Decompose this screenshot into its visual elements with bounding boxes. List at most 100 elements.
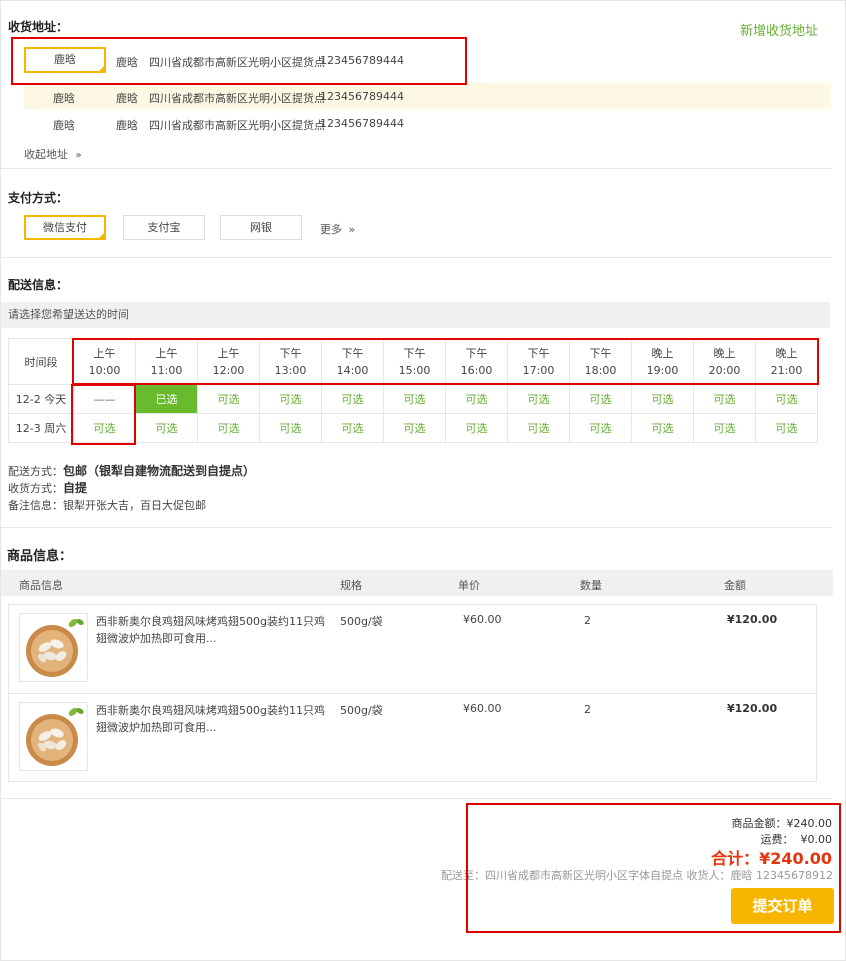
time-slot-available[interactable]: 可选 [445, 384, 508, 414]
address-receiver: 鹿晗 [116, 56, 138, 69]
product-thumbnail[interactable] [19, 613, 88, 682]
goods-header-name: 商品信息 [19, 579, 63, 592]
time-slot-available[interactable]: 可选 [693, 413, 756, 443]
time-slot-available[interactable]: 可选 [755, 384, 818, 414]
payment-option-wechat[interactable]: 微信支付 [24, 215, 106, 240]
delivery-method: 配送方式：包邮（银犁自建物流配送到自提点） [8, 462, 255, 479]
delivery-note-label: 备注信息： [8, 499, 63, 512]
receive-method: 收货方式：自提 [8, 479, 87, 496]
address-text: 四川省成都市高新区光明小区提货点 [149, 56, 325, 69]
address-name-selected[interactable]: 鹿晗 [24, 47, 106, 73]
delivery-time-hint: 请选择您希望送达的时间 [1, 302, 830, 328]
time-slot-header: 下午 16:00 [445, 338, 508, 385]
goods-header-spec: 规格 [340, 579, 362, 592]
time-slot-available[interactable]: 可选 [507, 413, 570, 443]
divider [1, 527, 832, 528]
time-slot-header-label: 时间段 [8, 338, 74, 385]
time-slot-available[interactable]: 可选 [631, 413, 694, 443]
address-name: 鹿晗 [53, 92, 75, 105]
goods-header-qty: 数量 [580, 579, 602, 592]
day-label: 12-3 周六 [8, 413, 74, 443]
product-quantity: 2 [584, 614, 591, 627]
time-slot-unavailable: —— [73, 384, 136, 414]
time-slot-selected[interactable]: 已选 [135, 384, 198, 414]
time-slot-header: 下午 13:00 [259, 338, 322, 385]
divider [1, 798, 832, 799]
payment-more-label: 更多 [320, 223, 342, 236]
add-address-link[interactable]: 新增收货地址 [740, 20, 818, 39]
time-slot-header: 上午 11:00 [135, 338, 198, 385]
product-name[interactable]: 西非新奥尔良鸡翅风味烤鸡翅500g装约11只鸡翅微波炉加热即可食用... [96, 702, 326, 736]
time-slot-available[interactable]: 可选 [569, 384, 632, 414]
delivery-method-label: 配送方式： [8, 465, 63, 478]
time-slot-available[interactable]: 可选 [321, 413, 384, 443]
time-slot-available[interactable]: 可选 [135, 413, 198, 443]
double-chevron-right-icon: » [348, 223, 356, 236]
time-slot-available[interactable]: 可选 [755, 413, 818, 443]
chicken-wings-image [26, 708, 84, 766]
receive-method-label: 收货方式： [8, 482, 63, 495]
time-slot-available[interactable]: 可选 [383, 413, 446, 443]
address-phone: 123456789444 [320, 90, 404, 103]
order-page [0, 0, 846, 961]
goods-row: 西非新奥尔良鸡翅风味烤鸡翅500g装约11只鸡翅微波炉加热即可食用... 500… [9, 605, 816, 694]
time-slot-header: 晚上 19:00 [631, 338, 694, 385]
time-slot-available[interactable]: 可选 [445, 413, 508, 443]
time-slot-header: 下午 18:00 [569, 338, 632, 385]
address-row-selected[interactable]: 鹿晗 鹿晗 四川省成都市高新区光明小区提货点 123456789444 [24, 47, 831, 73]
time-slot-header: 晚上 20:00 [693, 338, 756, 385]
product-name[interactable]: 西非新奥尔良鸡翅风味烤鸡翅500g装约11只鸡翅微波炉加热即可食用... [96, 613, 326, 647]
time-slot-available[interactable]: 可选 [693, 384, 756, 414]
receive-method-value: 自提 [63, 481, 88, 495]
time-slot-available[interactable]: 可选 [631, 384, 694, 414]
delivery-section-title: 配送信息： [8, 278, 69, 292]
product-amount: ¥120.00 [727, 702, 778, 715]
payment-section-title: 支付方式： [8, 191, 69, 205]
order-total: 合计：¥240.00 [711, 849, 832, 868]
delivery-note-value: 银犁开张大吉，百日大促包邮 [63, 499, 206, 512]
address-row[interactable]: 鹿晗 鹿晗 四川省成都市高新区光明小区提货点 123456789444 [24, 110, 831, 136]
product-price: ¥60.00 [463, 613, 502, 626]
collapse-address-label: 收起地址 [24, 148, 68, 161]
chicken-wings-image [26, 619, 84, 677]
payment-option-bank[interactable]: 网银 [220, 215, 302, 240]
submit-order-button[interactable]: 提交订单 [731, 888, 834, 924]
product-spec: 500g/袋 [340, 615, 383, 628]
time-slot-available[interactable]: 可选 [197, 413, 260, 443]
address-phone: 123456789444 [320, 54, 404, 67]
ship-to-info: 配送至：四川省成都市高新区光明小区字体自提点 收货人：鹿晗 1234567891… [441, 869, 833, 882]
time-slot-available[interactable]: 可选 [383, 384, 446, 414]
time-slot-available[interactable]: 可选 [73, 413, 136, 443]
goods-section-title: 商品信息： [7, 549, 73, 564]
delivery-note: 备注信息：银犁开张大吉，百日大促包邮 [8, 497, 206, 513]
product-amount: ¥120.00 [727, 613, 778, 626]
time-slot-header: 下午 15:00 [383, 338, 446, 385]
time-slot-header: 下午 17:00 [507, 338, 570, 385]
product-spec: 500g/袋 [340, 704, 383, 717]
goods-header-price: 单价 [458, 579, 480, 592]
address-row[interactable]: 鹿晗 鹿晗 四川省成都市高新区光明小区提货点 123456789444 [24, 83, 831, 109]
delivery-time-table: 时间段 上午 10:00 上午 11:00 上午 12:00 下午 13:00 下午 14… [8, 338, 818, 443]
time-slot-available[interactable]: 可选 [321, 384, 384, 414]
product-thumbnail[interactable] [19, 702, 88, 771]
payment-option-alipay[interactable]: 支付宝 [123, 215, 205, 240]
time-slot-header: 上午 12:00 [197, 338, 260, 385]
time-slot-available[interactable]: 可选 [197, 384, 260, 414]
time-slot-available[interactable]: 可选 [569, 413, 632, 443]
address-section-title: 收货地址： [8, 20, 69, 34]
divider [1, 168, 832, 169]
goods-header-amount: 金额 [724, 579, 746, 592]
time-slot-available[interactable]: 可选 [507, 384, 570, 414]
product-price: ¥60.00 [463, 702, 502, 715]
product-quantity: 2 [584, 703, 591, 716]
collapse-address-toggle[interactable]: 收起地址 » [24, 146, 82, 162]
time-slot-available[interactable]: 可选 [259, 384, 322, 414]
address-text: 四川省成都市高新区光明小区提货点 [149, 92, 325, 105]
double-chevron-down-icon: » [75, 150, 82, 161]
time-slot-available[interactable]: 可选 [259, 413, 322, 443]
goods-list: 西非新奥尔良鸡翅风味烤鸡翅500g装约11只鸡翅微波炉加热即可食用... 500… [8, 604, 817, 782]
divider [1, 257, 832, 258]
time-slot-header: 晚上 21:00 [755, 338, 818, 385]
address-phone: 123456789444 [320, 117, 404, 130]
payment-more-link[interactable]: 更多 » [320, 221, 355, 237]
